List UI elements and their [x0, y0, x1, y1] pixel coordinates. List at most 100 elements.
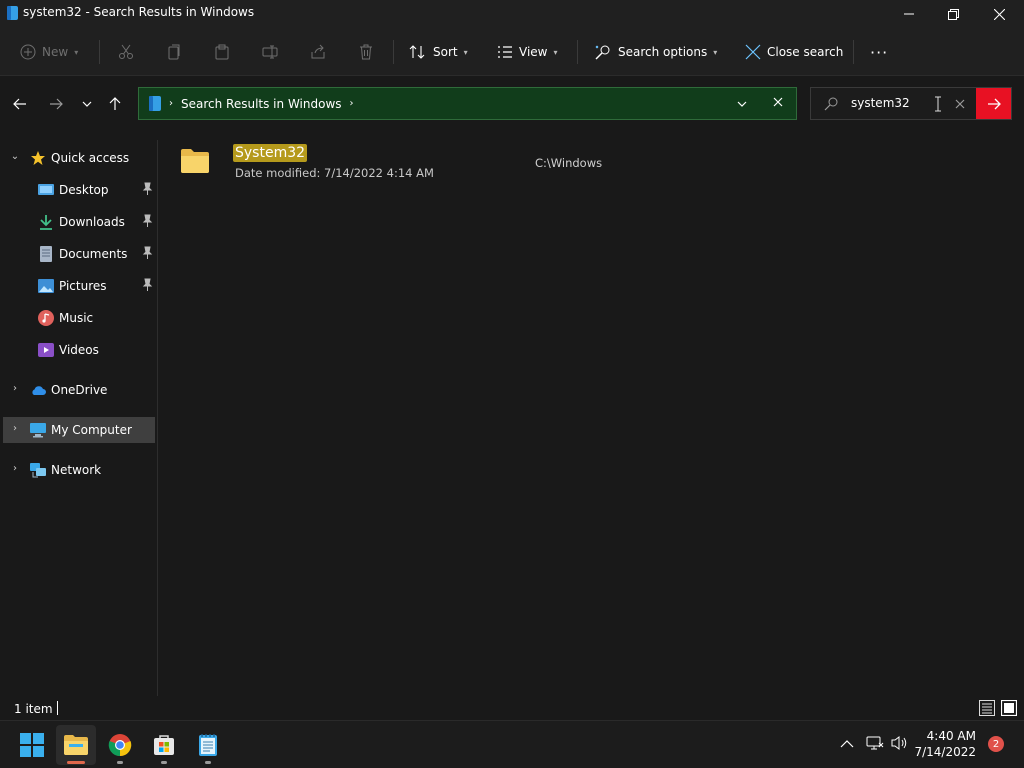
forward-button[interactable] — [45, 93, 67, 115]
pin-icon[interactable] — [141, 182, 153, 196]
running-indicator — [117, 761, 123, 764]
search-box[interactable] — [810, 87, 1012, 120]
delete-button[interactable] — [358, 38, 374, 66]
chrome-icon — [108, 734, 132, 757]
chevron-right-icon[interactable]: › — [9, 423, 21, 434]
desktop-icon — [38, 184, 54, 195]
chevron-down-icon[interactable]: ⌄ — [9, 151, 21, 162]
notification-badge[interactable]: 2 — [988, 736, 1004, 752]
sidebar-item-downloads[interactable]: Downloads — [0, 209, 158, 235]
start-icon — [20, 733, 44, 757]
list-item[interactable]: System32 Date modified: 7/14/2022 4:14 A… — [178, 142, 678, 186]
volume-icon[interactable] — [891, 735, 909, 751]
sidebar-item-pictures[interactable]: Pictures — [0, 273, 158, 299]
chevron-right-icon[interactable]: › — [9, 463, 21, 474]
chevron-down-icon: ▾ — [463, 47, 468, 57]
more-icon: ··· — [870, 42, 889, 62]
sort-label: Sort — [433, 45, 458, 59]
sidebar-item-videos[interactable]: Videos — [0, 337, 158, 363]
system-clock[interactable]: 4:40 AM 7/14/2022 — [912, 728, 976, 760]
cut-icon — [119, 44, 133, 59]
restore-icon — [947, 8, 959, 20]
start-button[interactable] — [12, 725, 52, 765]
result-date-modified: Date modified: 7/14/2022 4:14 AM — [235, 166, 434, 180]
sidebar-item-label: Quick access — [51, 151, 130, 165]
clear-address-button[interactable] — [773, 96, 783, 110]
cut-button[interactable] — [118, 38, 134, 66]
paste-icon — [215, 44, 229, 60]
navigation-row: › Search Results in Windows › — [0, 77, 1024, 131]
sidebar-item-desktop[interactable]: Desktop — [0, 177, 158, 203]
sidebar-item-my-computer[interactable]: › My Computer — [3, 417, 155, 443]
details-view-icon[interactable] — [979, 700, 995, 716]
sidebar-item-label: OneDrive — [51, 383, 108, 397]
pin-icon[interactable] — [141, 246, 153, 260]
music-icon — [38, 310, 54, 326]
downloads-icon — [40, 215, 52, 230]
minimize-button[interactable] — [886, 0, 932, 28]
pin-icon[interactable] — [141, 214, 153, 228]
search-input[interactable] — [851, 96, 941, 110]
close-search-button[interactable]: Close search — [745, 38, 843, 66]
clock-time: 4:40 AM — [926, 729, 976, 743]
search-options-button[interactable]: Search options ▾ — [594, 38, 717, 66]
network-status-icon[interactable] — [866, 735, 884, 751]
navigation-pane: ⌄ Quick access Desktop Downloads Documen… — [0, 140, 158, 696]
address-bar[interactable]: › Search Results in Windows › — [138, 87, 797, 120]
sidebar-item-music[interactable]: Music — [0, 305, 158, 331]
videos-icon — [38, 343, 54, 357]
close-icon — [993, 8, 1005, 20]
breadcrumb-search-results[interactable]: Search Results in Windows — [181, 97, 342, 111]
pictures-icon — [38, 279, 54, 293]
pin-icon[interactable] — [141, 278, 153, 292]
search-go-button[interactable] — [976, 88, 1011, 119]
documents-icon — [40, 246, 52, 262]
restore-button[interactable] — [930, 0, 976, 28]
taskbar-store[interactable] — [144, 725, 184, 765]
file-explorer-icon — [64, 735, 88, 755]
sidebar-item-label: Documents — [59, 247, 128, 261]
taskbar-notepad[interactable] — [188, 725, 228, 765]
paste-button[interactable] — [214, 38, 230, 66]
sidebar-item-quick-access[interactable]: ⌄ Quick access — [0, 145, 158, 171]
taskbar-file-explorer[interactable] — [56, 725, 96, 765]
sidebar-item-label: Desktop — [59, 183, 109, 197]
back-button[interactable] — [9, 93, 31, 115]
tiles-view-icon[interactable] — [1001, 700, 1017, 716]
chevron-down-icon: ▾ — [553, 47, 558, 57]
explorer-icon — [149, 96, 161, 111]
arrow-right-icon — [987, 98, 1001, 109]
sidebar-item-documents[interactable]: Documents — [0, 241, 158, 267]
chevron-up-icon[interactable] — [840, 739, 854, 749]
new-button[interactable]: New ▾ — [20, 38, 78, 66]
chevron-right-icon: › — [349, 98, 354, 109]
chevron-right-icon[interactable]: › — [9, 383, 21, 394]
chevron-down-icon — [737, 101, 747, 107]
chevron-down-icon: ▾ — [713, 47, 718, 57]
view-icon — [498, 46, 512, 58]
command-bar: New ▾ Sort ▾ View ▾ Search options ▾ Clo… — [0, 28, 1024, 76]
taskbar: 4:40 AM 7/14/2022 2 — [0, 720, 1024, 768]
sidebar-item-onedrive[interactable]: › OneDrive — [0, 377, 158, 403]
up-button[interactable] — [104, 93, 126, 115]
view-label: View — [519, 45, 548, 59]
result-name[interactable]: System32 — [233, 144, 308, 162]
window-title: system32 - Search Results in Windows — [23, 5, 255, 19]
close-window-button[interactable] — [976, 0, 1022, 28]
sidebar-item-network[interactable]: › Network — [0, 457, 158, 483]
rename-button[interactable] — [262, 38, 278, 66]
computer-icon — [30, 423, 46, 438]
taskbar-chrome[interactable] — [100, 725, 140, 765]
clear-search-button[interactable] — [955, 98, 965, 112]
search-options-icon — [595, 45, 610, 60]
address-history-button[interactable] — [737, 97, 747, 111]
more-options-button[interactable]: ··· — [870, 38, 888, 66]
recent-locations-button[interactable] — [76, 93, 98, 115]
copy-button[interactable] — [166, 38, 182, 66]
plus-circle-icon — [20, 44, 36, 60]
sort-button[interactable]: Sort ▾ — [409, 38, 468, 66]
view-button[interactable]: View ▾ — [497, 38, 558, 66]
explorer-icon — [7, 6, 18, 20]
new-label: New — [42, 45, 69, 59]
share-button[interactable] — [310, 38, 326, 66]
